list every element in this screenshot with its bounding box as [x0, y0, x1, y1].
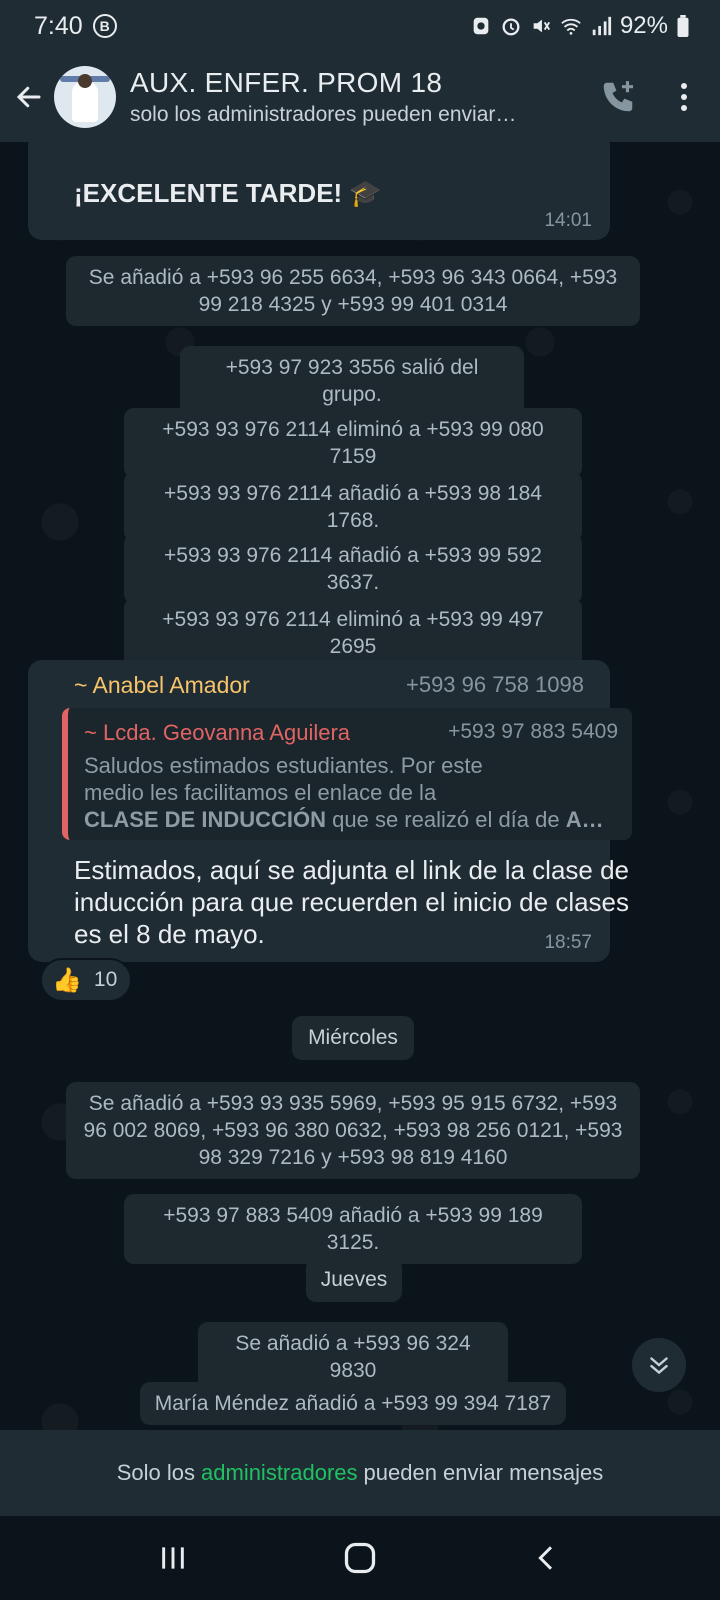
date-chip: Jueves: [306, 1258, 402, 1302]
quote-sender-name: ~ Lcda. Geovanna Aguilera: [84, 720, 351, 745]
back-nav-button[interactable]: [512, 1528, 582, 1588]
sender-phone: +593 96 758 1098: [405, 672, 584, 697]
signal-icon: [592, 16, 612, 36]
message-bubble[interactable]: ~ Anabel Amador +593 96 758 1098 ~ Lcda.…: [28, 660, 632, 962]
recent-apps-button[interactable]: [138, 1528, 208, 1588]
chevron-left-icon: [537, 1546, 552, 1570]
quote-sender-phone: +593 97 883 5409: [448, 720, 618, 743]
scroll-down-button[interactable]: [632, 1338, 686, 1392]
battery-percent: 92%: [619, 12, 668, 39]
quote-text: Saludos estimados estudiantes. Por este …: [84, 753, 604, 832]
arrow-back-icon: [16, 86, 41, 108]
alarm-icon: [502, 18, 520, 36]
date-chip: Miércoles: [292, 1016, 414, 1060]
system-message: +593 93 976 2114 eliminó a +593 99 080 7…: [124, 408, 582, 478]
battery-icon: [677, 15, 689, 37]
recycle-icon: [473, 17, 489, 35]
wifi-icon: [561, 18, 581, 35]
system-message: +593 93 976 2114 añadió a +593 98 184 17…: [124, 472, 582, 542]
notice-text-post: pueden enviar mensajes: [363, 1460, 604, 1485]
more-options-button[interactable]: [664, 67, 704, 127]
status-time: 7:40: [34, 11, 83, 40]
system-message: Se añadió a +593 93 935 5969, +593 95 91…: [66, 1082, 640, 1179]
back-button[interactable]: [4, 67, 54, 127]
notice-text-pre: Solo los: [116, 1460, 196, 1485]
b-badge-icon: B: [92, 14, 117, 38]
more-vert-icon: [681, 83, 687, 111]
system-message: Se añadió a +593 96 255 6634, +593 96 34…: [66, 256, 640, 326]
admins-link[interactable]: administradores: [201, 1460, 358, 1486]
add-call-button[interactable]: [588, 67, 648, 127]
group-info[interactable]: AUX. ENFER. PROM 18 solo los administrad…: [130, 67, 588, 127]
system-message: María Méndez añadió a +593 99 394 7187: [140, 1382, 566, 1425]
group-subtitle: solo los administradores pueden enviar…: [130, 103, 517, 126]
reaction-chip[interactable]: 👍 10: [40, 958, 132, 1002]
system-nav-bar: [0, 1516, 720, 1600]
system-message: +593 93 976 2114 eliminó a +593 99 497 2…: [124, 598, 582, 668]
message-text: ¡EXCELENTE TARDE! 🎓: [74, 178, 382, 208]
home-button[interactable]: [325, 1528, 395, 1588]
home-icon: [344, 1542, 376, 1574]
double-chevron-down-icon: [650, 1357, 668, 1375]
group-avatar[interactable]: [54, 66, 116, 128]
phone-plus-icon: [603, 81, 634, 112]
message-time: 14:01: [544, 210, 592, 231]
recents-icon: [162, 1547, 185, 1569]
sender-name[interactable]: ~ Anabel Amador: [74, 672, 250, 699]
message-time: 18:57: [544, 932, 592, 953]
reaction-count: 10: [93, 968, 118, 991]
message-list[interactable]: ¡EXCELENTE TARDE! 🎓 14:01 Se añadió a +5…: [0, 142, 720, 1430]
admin-only-notice: Solo los administradores pueden enviar m…: [0, 1430, 720, 1516]
thumbs-up-icon: 👍: [52, 966, 82, 994]
status-bar: 7:40 B 92%: [0, 0, 720, 52]
system-message: +593 97 923 3556 salió del grupo.: [180, 346, 524, 416]
group-title: AUX. ENFER. PROM 18: [130, 67, 443, 98]
mute-icon: [533, 19, 550, 33]
system-message: +593 93 976 2114 añadió a +593 99 592 36…: [124, 534, 582, 604]
chat-header: AUX. ENFER. PROM 18 solo los administrad…: [0, 52, 720, 142]
quoted-message[interactable]: ~ Lcda. Geovanna Aguilera +593 97 883 54…: [62, 708, 632, 840]
message-bubble[interactable]: ¡EXCELENTE TARDE! 🎓 14:01: [28, 142, 610, 240]
system-message: +593 97 883 5409 añadió a +593 99 189 31…: [124, 1194, 582, 1264]
